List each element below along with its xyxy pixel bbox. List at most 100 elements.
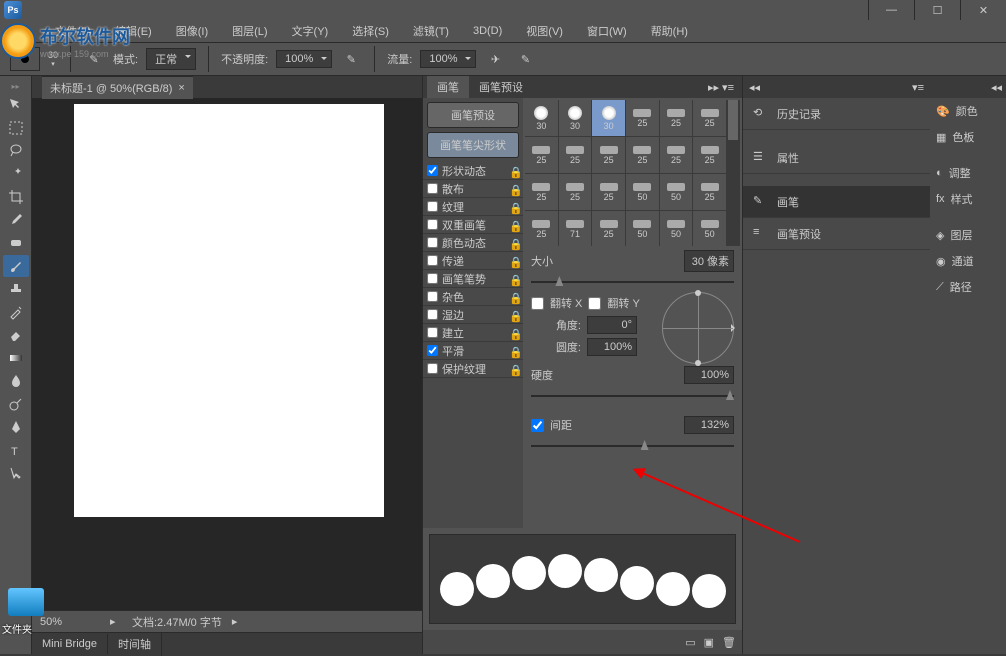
close-tab-icon[interactable]: × bbox=[178, 82, 184, 94]
hardness-slider[interactable] bbox=[531, 388, 734, 404]
wand-tool[interactable] bbox=[3, 163, 29, 185]
menu-select[interactable]: 选择(S) bbox=[342, 21, 399, 41]
panel-styles[interactable]: fx样式 bbox=[930, 186, 1006, 212]
menu-3d[interactable]: 3D(D) bbox=[463, 23, 512, 39]
brush-tip[interactable]: 25 bbox=[693, 137, 726, 173]
menu-view[interactable]: 视图(V) bbox=[516, 21, 573, 41]
toggle-preview-icon[interactable]: ▭ bbox=[685, 636, 695, 649]
tip-scrollbar[interactable] bbox=[726, 100, 740, 246]
flip-y-checkbox[interactable] bbox=[588, 297, 601, 310]
brush-option-row[interactable]: 湿边🔒 bbox=[423, 306, 523, 324]
opacity-pressure-icon[interactable]: ✎ bbox=[340, 48, 362, 70]
panel-paths[interactable]: ⟋路径 bbox=[930, 274, 1006, 300]
brush-tip[interactable]: 50 bbox=[660, 211, 693, 246]
size-input[interactable]: 30 像素 bbox=[684, 250, 734, 272]
zoom-level[interactable]: 50% bbox=[40, 616, 100, 628]
brush-tip[interactable]: 25 bbox=[660, 100, 693, 136]
hardness-input[interactable]: 100% bbox=[684, 366, 734, 384]
row-checkbox[interactable] bbox=[427, 273, 438, 284]
brush-tip[interactable]: 25 bbox=[626, 137, 659, 173]
brush-tip[interactable]: 25 bbox=[626, 100, 659, 136]
brush-tip[interactable]: 50 bbox=[660, 174, 693, 210]
tab-timeline[interactable]: 时间轴 bbox=[108, 632, 162, 656]
row-checkbox[interactable] bbox=[427, 327, 438, 338]
angle-widget[interactable] bbox=[662, 292, 734, 364]
row-checkbox[interactable] bbox=[427, 165, 438, 176]
menu-type[interactable]: 文字(Y) bbox=[282, 21, 339, 41]
history-brush-tool[interactable] bbox=[3, 301, 29, 323]
mode-dropdown[interactable]: 正常 bbox=[146, 48, 196, 70]
brush-tip[interactable]: 25 bbox=[693, 100, 726, 136]
eraser-tool[interactable] bbox=[3, 324, 29, 346]
row-checkbox[interactable] bbox=[427, 345, 438, 356]
brush-option-row[interactable]: 双重画笔🔒 bbox=[423, 216, 523, 234]
spacing-input[interactable]: 132% bbox=[684, 416, 734, 434]
lock-icon[interactable]: 🔒 bbox=[509, 292, 519, 302]
brush-option-row[interactable]: 散布🔒 bbox=[423, 180, 523, 198]
row-checkbox[interactable] bbox=[427, 291, 438, 302]
maximize-button[interactable]: ☐ bbox=[914, 0, 960, 20]
marquee-tool[interactable] bbox=[3, 117, 29, 139]
panel-menu-icon[interactable]: ▸▸ ▾≡ bbox=[700, 81, 742, 94]
lock-icon[interactable]: 🔒 bbox=[509, 346, 519, 356]
flow-pressure-icon[interactable]: ✎ bbox=[514, 48, 536, 70]
gradient-tool[interactable] bbox=[3, 347, 29, 369]
minimize-button[interactable]: — bbox=[868, 0, 914, 20]
heal-tool[interactable] bbox=[3, 232, 29, 254]
path-select-tool[interactable] bbox=[3, 462, 29, 484]
text-tool[interactable]: T bbox=[3, 439, 29, 461]
brush-option-row[interactable]: 颜色动态🔒 bbox=[423, 234, 523, 252]
menu-window[interactable]: 窗口(W) bbox=[577, 21, 637, 41]
panel-swatches[interactable]: ▦色板 bbox=[930, 124, 1006, 150]
panel-brush-preset[interactable]: ≡画笔预设 bbox=[743, 218, 930, 250]
tab-brush-preset[interactable]: 画笔预设 bbox=[469, 76, 533, 98]
brush-option-row[interactable]: 画笔笔势🔒 bbox=[423, 270, 523, 288]
menu-layer[interactable]: 图层(L) bbox=[222, 21, 277, 41]
brush-tip[interactable]: 25 bbox=[525, 174, 558, 210]
trash-icon[interactable]: 🗑 bbox=[722, 636, 736, 649]
brush-option-row[interactable]: 保护纹理🔒 bbox=[423, 360, 523, 378]
row-checkbox[interactable] bbox=[427, 255, 438, 266]
tab-brush[interactable]: 画笔 bbox=[427, 76, 469, 98]
brush-tip[interactable]: 50 bbox=[626, 174, 659, 210]
brush-preset-button[interactable]: 画笔预设 bbox=[427, 102, 519, 128]
document-tab[interactable]: 未标题-1 @ 50%(RGB/8) × bbox=[42, 76, 193, 99]
lock-icon[interactable]: 🔒 bbox=[509, 274, 519, 284]
panel-adjustments[interactable]: ◐调整 bbox=[930, 160, 1006, 186]
brush-tip[interactable]: 50 bbox=[693, 211, 726, 246]
lock-icon[interactable]: 🔒 bbox=[509, 238, 519, 248]
brush-option-row[interactable]: 形状动态🔒 bbox=[423, 162, 523, 180]
menu-help[interactable]: 帮助(H) bbox=[641, 21, 698, 41]
brush-tip[interactable]: 25 bbox=[559, 174, 592, 210]
blur-tool[interactable] bbox=[3, 370, 29, 392]
close-button[interactable]: ✕ bbox=[960, 0, 1006, 20]
brush-tip[interactable]: 25 bbox=[693, 174, 726, 210]
lock-icon[interactable]: 🔒 bbox=[509, 328, 519, 338]
lock-icon[interactable]: 🔒 bbox=[509, 184, 519, 194]
brush-tip-grid[interactable]: 3030302525252525252525252525255050252571… bbox=[525, 100, 726, 246]
brush-tip[interactable]: 25 bbox=[525, 137, 558, 173]
crop-tool[interactable] bbox=[3, 186, 29, 208]
brush-tip[interactable]: 25 bbox=[660, 137, 693, 173]
lock-icon[interactable]: 🔒 bbox=[509, 166, 519, 176]
lock-icon[interactable]: 🔒 bbox=[509, 202, 519, 212]
lock-icon[interactable]: 🔒 bbox=[509, 256, 519, 266]
size-slider[interactable] bbox=[531, 274, 734, 290]
angle-input[interactable]: 0° bbox=[587, 316, 637, 334]
panel-channels[interactable]: ◉通道 bbox=[930, 248, 1006, 274]
brush-tip[interactable]: 25 bbox=[592, 211, 625, 246]
panel-history[interactable]: ⟲历史记录 bbox=[743, 98, 930, 130]
lock-icon[interactable]: 🔒 bbox=[509, 364, 519, 374]
lock-icon[interactable]: 🔒 bbox=[509, 310, 519, 320]
brush-option-row[interactable]: 平滑🔒 bbox=[423, 342, 523, 360]
row-checkbox[interactable] bbox=[427, 183, 438, 194]
row-checkbox[interactable] bbox=[427, 201, 438, 212]
stamp-tool[interactable] bbox=[3, 278, 29, 300]
roundness-input[interactable]: 100% bbox=[587, 338, 637, 356]
brush-tip[interactable]: 71 bbox=[559, 211, 592, 246]
lock-icon[interactable]: 🔒 bbox=[509, 220, 519, 230]
new-brush-icon[interactable]: ▣ bbox=[704, 636, 714, 649]
brush-tip[interactable]: 50 bbox=[626, 211, 659, 246]
brush-tip[interactable]: 25 bbox=[592, 174, 625, 210]
eyedropper-tool[interactable] bbox=[3, 209, 29, 231]
